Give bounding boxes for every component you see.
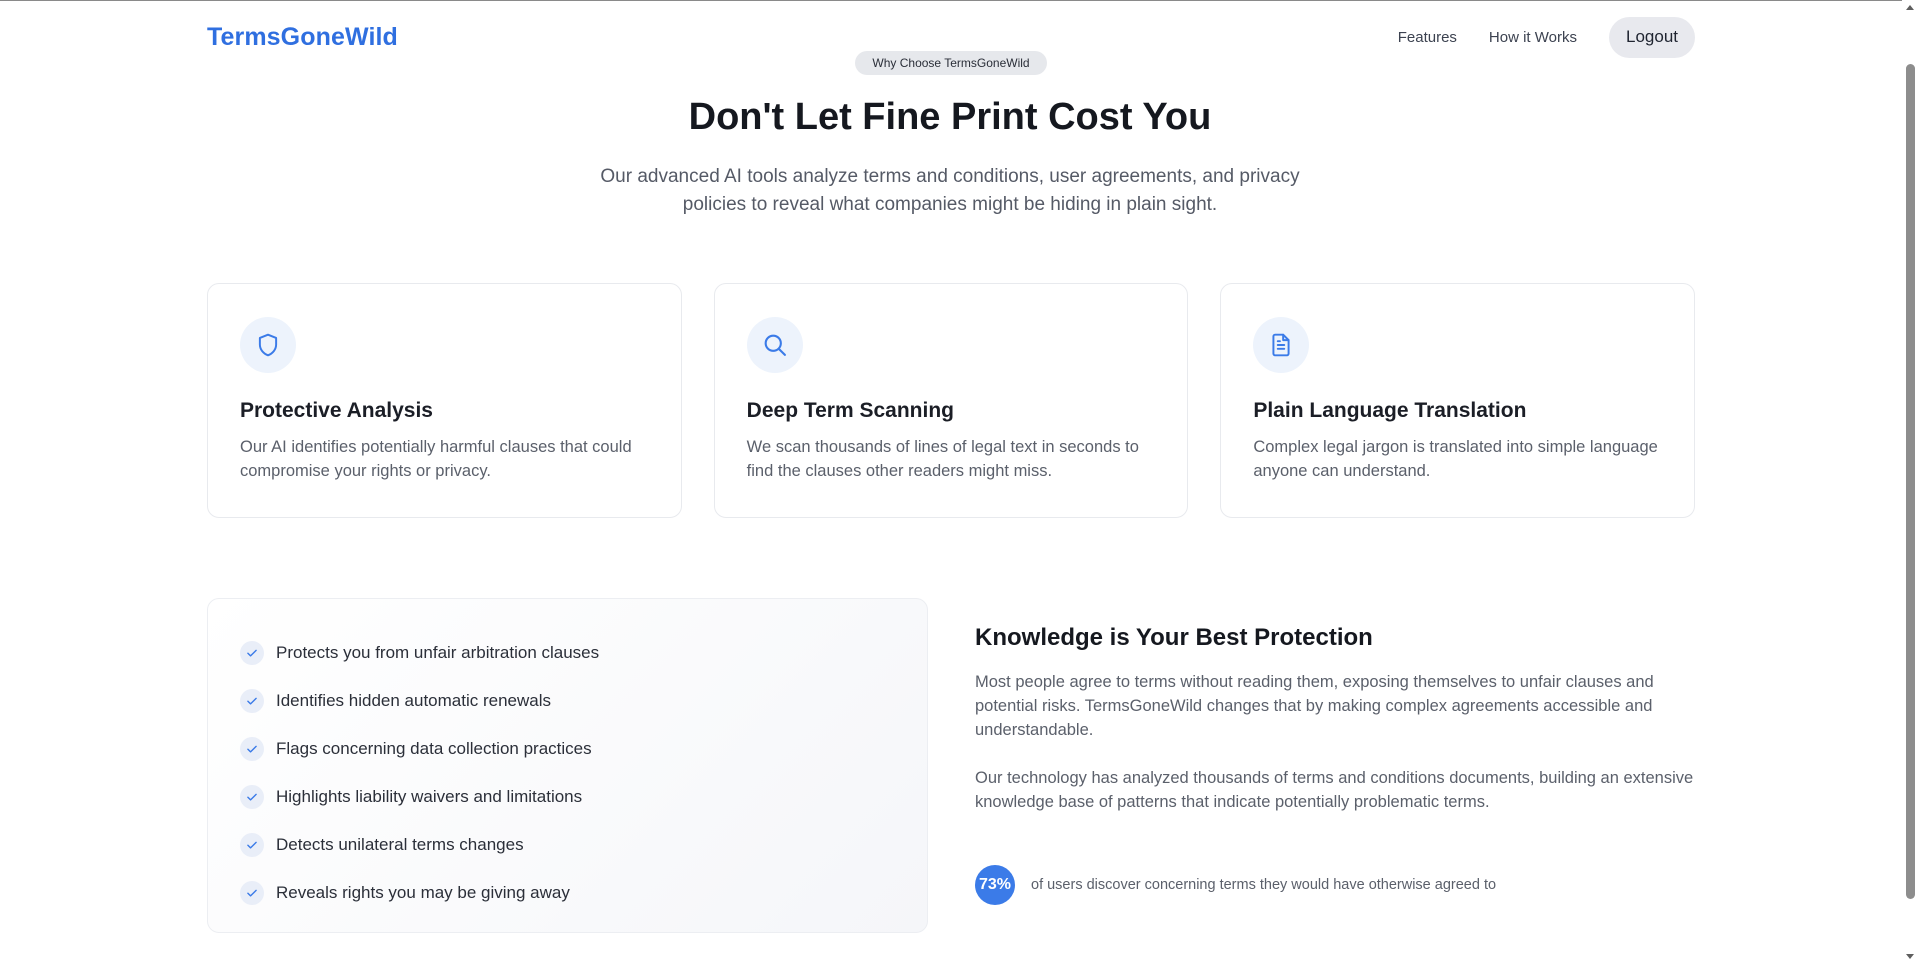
feature-title: Deep Term Scanning (746, 399, 954, 422)
checklist-text: Highlights liability waivers and limitat… (276, 787, 583, 806)
nav-link-features[interactable]: Features (1398, 29, 1457, 46)
knowledge-paragraph: Most people agree to terms without readi… (975, 673, 1654, 739)
list-item: Detects unilateral terms changes (240, 821, 895, 869)
top-border (0, 0, 1919, 1)
stat-caption: of users discover concerning terms they … (1031, 877, 1497, 893)
section-badge: Why Choose TermsGoneWild (855, 51, 1047, 75)
check-icon (240, 785, 264, 809)
scroll-down-arrow-icon[interactable] (1906, 954, 1914, 959)
feature-description: Complex legal jargon is translated into … (1253, 438, 1658, 480)
user-stat: 73% of users discover concerning terms t… (975, 865, 1496, 905)
hero-subtitle: Our advanced AI tools analyze terms and … (600, 166, 1300, 215)
nav-link-how-it-works[interactable]: How it Works (1489, 29, 1577, 46)
knowledge-section: Knowledge is Your Best Protection Most p… (975, 624, 1695, 814)
check-icon (240, 737, 264, 761)
scroll-up-arrow-icon[interactable] (1906, 5, 1914, 10)
knowledge-paragraph: Our technology has analyzed thousands of… (975, 769, 1694, 811)
brand-logo[interactable]: TermsGoneWild (207, 23, 398, 52)
feature-title: Plain Language Translation (1253, 399, 1527, 422)
checklist-text: Protects you from unfair arbitration cla… (276, 643, 600, 662)
shield-icon (240, 317, 296, 373)
hero-title: Don't Let Fine Print Cost You (688, 96, 1212, 138)
knowledge-title: Knowledge is Your Best Protection (975, 624, 1373, 651)
checklist-text: Identifies hidden automatic renewals (276, 691, 551, 710)
feature-card-plain-language: Plain Language Translation Complex legal… (1220, 283, 1696, 518)
list-item: Protects you from unfair arbitration cla… (240, 629, 895, 677)
check-icon (240, 689, 264, 713)
checklist-text: Detects unilateral terms changes (276, 835, 524, 854)
stat-badge: 73% (975, 865, 1015, 905)
document-icon (1253, 317, 1310, 373)
feature-description: Our AI identifies potentially harmful cl… (240, 438, 632, 480)
feature-title: Protective Analysis (240, 399, 433, 422)
benefits-checklist: Protects you from unfair arbitration cla… (207, 598, 928, 933)
search-icon (746, 317, 803, 373)
logout-button[interactable]: Logout (1609, 16, 1695, 58)
feature-cards: Protective Analysis Our AI identifies po… (207, 283, 1696, 518)
feature-description: We scan thousands of lines of legal text… (746, 438, 1139, 480)
list-item: Reveals rights you may be giving away (240, 869, 895, 917)
check-icon (240, 833, 264, 857)
list-item: Highlights liability waivers and limitat… (240, 773, 895, 821)
check-icon (240, 881, 264, 905)
feature-card-protective-analysis: Protective Analysis Our AI identifies po… (207, 283, 682, 518)
checklist-text: Flags concerning data collection practic… (276, 739, 592, 758)
list-item: Identifies hidden automatic renewals (240, 677, 895, 725)
scrollbar-thumb[interactable] (1906, 64, 1915, 899)
checklist-text: Reveals rights you may be giving away (276, 883, 570, 902)
check-icon (240, 641, 264, 665)
main-nav: Features How it Works Logout (1398, 16, 1695, 58)
feature-card-deep-term-scanning: Deep Term Scanning We scan thousands of … (713, 283, 1189, 518)
list-item: Flags concerning data collection practic… (240, 725, 895, 773)
page-scrollbar[interactable] (1902, 0, 1919, 964)
